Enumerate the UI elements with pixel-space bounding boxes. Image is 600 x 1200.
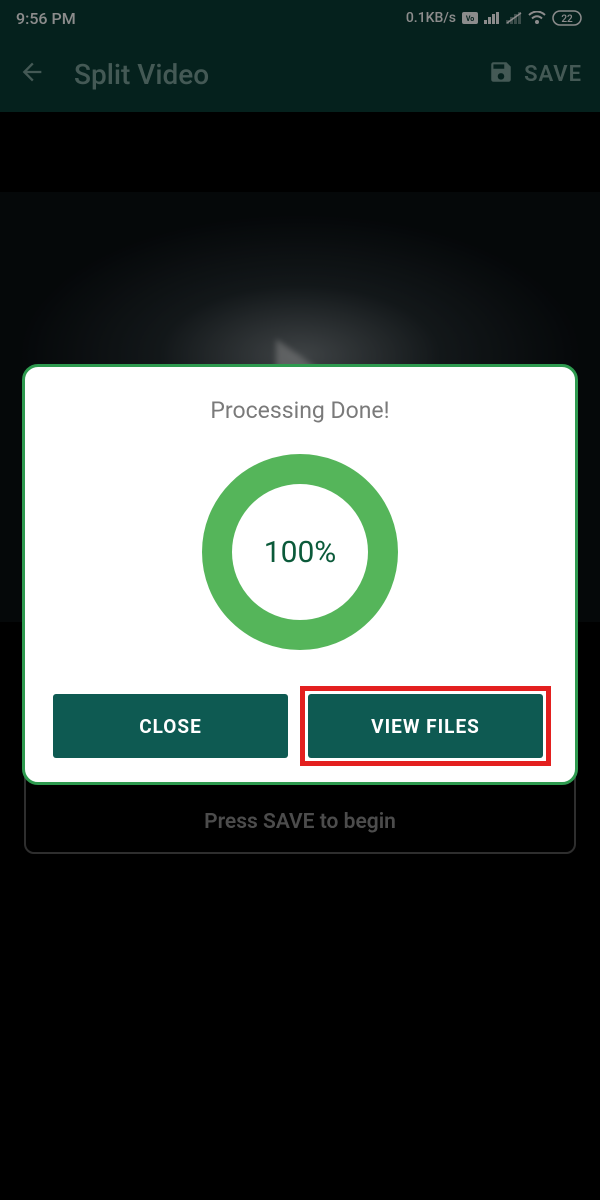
processing-done-dialog: Processing Done! 100% CLOSE VIEW FILES bbox=[22, 364, 578, 785]
close-button[interactable]: CLOSE bbox=[53, 694, 288, 758]
dialog-buttons: CLOSE VIEW FILES bbox=[53, 694, 547, 758]
dialog-title: Processing Done! bbox=[53, 397, 547, 424]
view-files-button[interactable]: VIEW FILES bbox=[308, 694, 543, 758]
progress-percent: 100% bbox=[264, 535, 337, 570]
progress-ring: 100% bbox=[202, 454, 398, 650]
view-files-highlight: VIEW FILES bbox=[300, 686, 551, 766]
